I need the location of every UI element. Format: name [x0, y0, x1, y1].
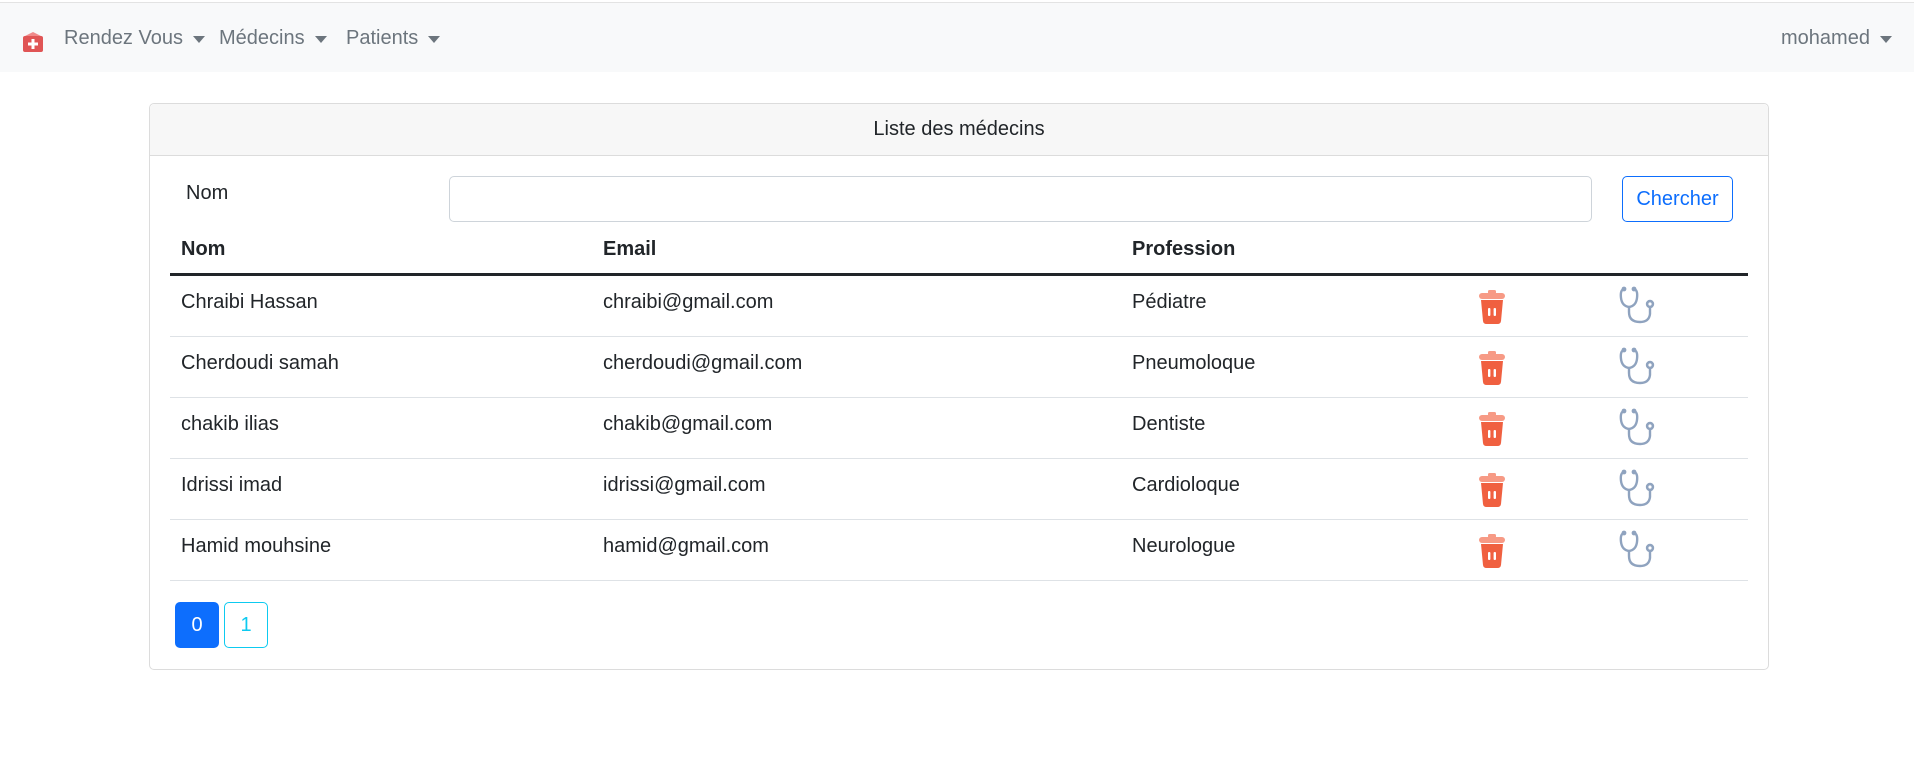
- nav-patients-label: Patients: [346, 27, 419, 49]
- search-button[interactable]: Chercher: [1622, 176, 1733, 222]
- cell-profession: Neurologue: [1132, 535, 1236, 557]
- nav-medecins-label: Médecins: [219, 27, 305, 49]
- stethoscope-icon[interactable]: [1618, 347, 1658, 393]
- chevron-down-icon: [192, 36, 205, 43]
- nav-rendez-vous-label: Rendez Vous: [64, 27, 183, 49]
- search-label: Nom: [186, 182, 229, 204]
- cell-email: chraibi@gmail.com: [603, 291, 774, 313]
- column-header-name: Nom: [181, 238, 226, 260]
- cell-name: chakib ilias: [181, 413, 279, 435]
- user-name: mohamed: [1781, 27, 1870, 49]
- cell-profession: Pneumoloque: [1132, 352, 1256, 374]
- table-row: chakib ilias chakib@gmail.com Dentiste: [170, 398, 1748, 459]
- nav-patients-dropdown[interactable]: Patients: [346, 27, 441, 50]
- page-button-0[interactable]: 0: [175, 602, 219, 648]
- stethoscope-icon[interactable]: [1618, 530, 1658, 576]
- table-row: Hamid mouhsine hamid@gmail.com Neurologu…: [170, 520, 1748, 581]
- chevron-down-icon: [1879, 36, 1892, 43]
- cell-email: idrissi@gmail.com: [603, 474, 766, 496]
- navbar: Rendez Vous Médecins Patients mohamed: [0, 2, 1914, 72]
- cell-name: Cherdoudi samah: [181, 352, 339, 374]
- trash-icon[interactable]: [1478, 290, 1506, 330]
- card-header: Liste des médecins: [150, 104, 1768, 156]
- cell-name: Idrissi imad: [181, 474, 283, 496]
- cell-email: chakib@gmail.com: [603, 413, 773, 435]
- table-row: Chraibi Hassan chraibi@gmail.com Pédiatr…: [170, 276, 1748, 337]
- table-row: Idrissi imad idrissi@gmail.com Cardioloq…: [170, 459, 1748, 520]
- card-title: Liste des médecins: [873, 118, 1045, 140]
- page-button-1[interactable]: 1: [224, 602, 268, 648]
- cell-profession: Cardioloque: [1132, 474, 1240, 496]
- trash-icon[interactable]: [1478, 351, 1506, 391]
- cell-name: Chraibi Hassan: [181, 291, 318, 313]
- hospital-icon[interactable]: [22, 32, 44, 52]
- cell-name: Hamid mouhsine: [181, 535, 332, 557]
- chevron-down-icon: [314, 36, 327, 43]
- cell-email: cherdoudi@gmail.com: [603, 352, 803, 374]
- column-header-profession: Profession: [1132, 238, 1236, 260]
- trash-icon[interactable]: [1478, 412, 1506, 452]
- table-row: Cherdoudi samah cherdoudi@gmail.com Pneu…: [170, 337, 1748, 398]
- trash-icon[interactable]: [1478, 473, 1506, 513]
- user-menu-dropdown[interactable]: mohamed: [1781, 27, 1892, 50]
- cell-email: hamid@gmail.com: [603, 535, 769, 557]
- nav-rendez-vous-dropdown[interactable]: Rendez Vous: [64, 27, 205, 50]
- chevron-down-icon: [428, 36, 441, 43]
- stethoscope-icon[interactable]: [1618, 469, 1658, 515]
- cell-profession: Pédiatre: [1132, 291, 1207, 313]
- trash-icon[interactable]: [1478, 534, 1506, 574]
- stethoscope-icon[interactable]: [1618, 286, 1658, 332]
- nav-medecins-dropdown[interactable]: Médecins: [219, 27, 327, 50]
- column-header-email: Email: [603, 238, 657, 260]
- cell-profession: Dentiste: [1132, 413, 1206, 435]
- doctors-card: Liste des médecins Nom Chercher Nom Emai…: [149, 103, 1769, 670]
- stethoscope-icon[interactable]: [1618, 408, 1658, 454]
- search-input[interactable]: [449, 176, 1592, 222]
